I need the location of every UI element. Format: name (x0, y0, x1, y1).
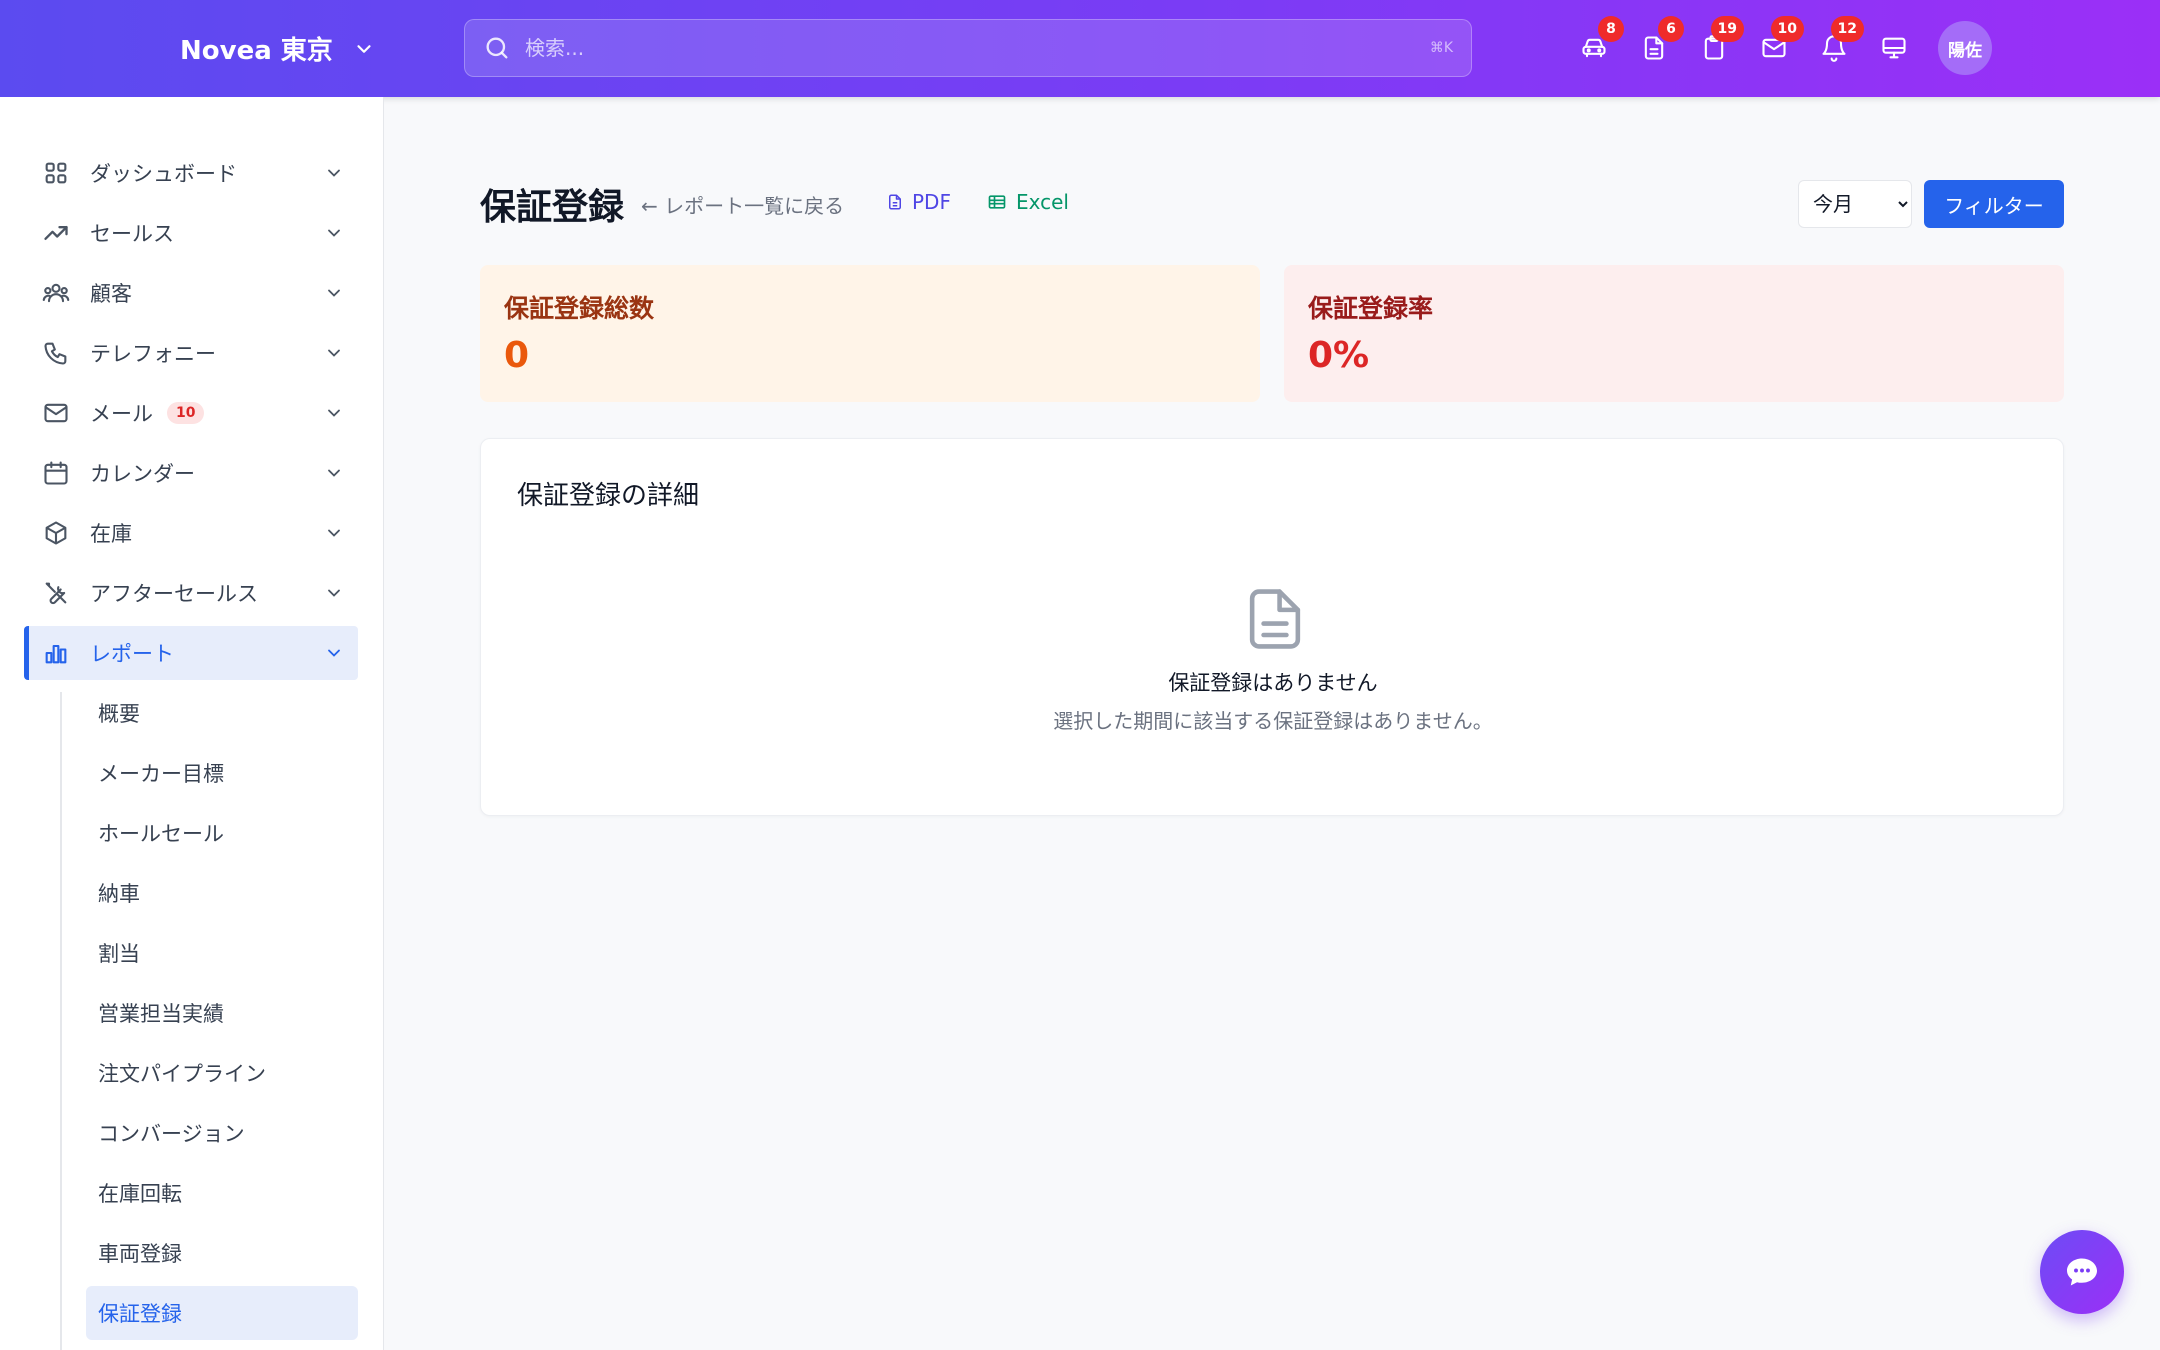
document-icon (1249, 589, 1301, 649)
pdf-label: PDF (912, 190, 951, 214)
subnav-item-wholesale[interactable]: ホールセール (86, 806, 358, 860)
sidebar-item-mail[interactable]: メール 10 (24, 386, 358, 440)
header-icons: 8 6 19 10 12 (1570, 16, 1930, 72)
mail-button[interactable]: 10 (1750, 16, 1804, 72)
monitor-icon (1882, 37, 1906, 59)
reports-subnav-line (60, 692, 62, 1350)
phone-icon (44, 342, 67, 365)
car-button[interactable]: 8 (1570, 16, 1624, 72)
chevron-down-icon (328, 229, 340, 237)
period-select[interactable]: 今月 (1798, 180, 1912, 228)
detail-card: 保証登録の詳細 保証登録はありません 選択した期間に該当する保証登録はありません… (480, 438, 2064, 816)
stat-card-total: 保証登録総数 0 (480, 265, 1260, 402)
search-input[interactable] (525, 36, 1430, 60)
users-icon (42, 283, 70, 303)
display-button[interactable] (1870, 24, 1918, 72)
chevron-down-icon (328, 349, 340, 357)
notifications-badge: 12 (1830, 16, 1864, 42)
notifications-button[interactable]: 12 (1810, 16, 1864, 72)
sidebar-item-label: 顧客 (90, 282, 132, 306)
sidebar-item-dashboard[interactable]: ダッシュボード (24, 146, 358, 200)
subnav-item-sales-rep-performance[interactable]: 営業担当実績 (86, 986, 358, 1040)
chevron-down-icon (328, 169, 340, 177)
chevron-down-icon (328, 469, 340, 477)
subnav-item-deliveries[interactable]: 納車 (86, 866, 358, 920)
user-avatar[interactable]: 陽佐 (1938, 21, 1992, 75)
sidebar-item-label: カレンダー (90, 462, 195, 486)
tools-icon (45, 582, 67, 605)
page-title: 保証登録 (480, 187, 625, 228)
sidebar-item-label: セールス (90, 222, 174, 246)
stat-value: 0% (1308, 335, 1370, 376)
sidebar-item-customers[interactable]: 顧客 (24, 266, 358, 320)
top-bar: Novea 東京 ⌘K 8 6 19 10 12 陽佐 (0, 0, 2160, 97)
stat-card-rate: 保証登録率 0% (1284, 265, 2064, 402)
subnav-item-allocation[interactable]: 割当 (86, 926, 358, 980)
excel-export-link[interactable]: Excel (986, 190, 1069, 214)
stat-value: 0 (504, 335, 530, 376)
chevron-down-icon (357, 44, 371, 53)
chat-button[interactable] (2040, 1230, 2124, 1314)
subnav-item-conversion[interactable]: コンバージョン (86, 1106, 358, 1160)
mail-badge: 10 (1770, 16, 1804, 42)
sidebar-item-reports[interactable]: レポート (24, 626, 358, 680)
empty-state-message: 選択した期間に該当する保証登録はありません。 (1053, 709, 1493, 733)
stat-label: 保証登録率 (1308, 294, 1434, 323)
sidebar-item-label: メール (90, 402, 153, 426)
search-bar[interactable]: ⌘K (464, 19, 1472, 77)
mail-count-badge: 10 (167, 402, 205, 424)
grid-icon (45, 162, 67, 184)
chat-icon (2067, 1258, 2097, 1286)
stat-label: 保証登録総数 (504, 294, 655, 323)
tasks-button[interactable]: 19 (1690, 16, 1744, 72)
sidebar-item-label: 在庫 (90, 522, 132, 546)
sidebar-item-label: レポート (90, 642, 174, 666)
chevron-down-icon (328, 409, 340, 417)
brand-name: Novea 東京 (180, 36, 333, 66)
sidebar-item-calendar[interactable]: カレンダー (24, 446, 358, 500)
subnav-item-maker-targets[interactable]: メーカー目標 (86, 746, 358, 800)
subnav-item-stock-turnover[interactable]: 在庫回転 (86, 1166, 358, 1220)
chevron-down-icon (328, 589, 340, 597)
file-icon (889, 194, 901, 210)
subnav-item-order-pipeline[interactable]: 注文パイプライン (86, 1046, 358, 1100)
sidebar-item-telephony[interactable]: テレフォニー (24, 326, 358, 380)
filter-button[interactable]: フィルター (1924, 180, 2064, 228)
spreadsheet-icon (988, 195, 1006, 209)
bar-chart-icon (45, 644, 67, 664)
tasks-badge: 19 (1710, 16, 1744, 42)
documents-button[interactable]: 6 (1630, 16, 1684, 72)
sidebar-item-inventory[interactable]: 在庫 (24, 506, 358, 560)
sidebar-item-label: テレフォニー (90, 342, 216, 366)
brand-switcher[interactable]: Novea 東京 (180, 0, 375, 97)
empty-state-title: 保証登録はありません (1168, 671, 1378, 695)
trending-up-icon (44, 226, 68, 240)
chevron-down-icon (328, 649, 340, 657)
search-icon (486, 37, 508, 59)
back-to-reports-link[interactable]: ← レポート一覧に戻る (641, 190, 844, 219)
sidebar: ダッシュボード セールス 顧客 テレフォニー メール 10 カレンダー 在庫 ア… (0, 97, 384, 1350)
documents-badge: 6 (1658, 16, 1684, 42)
sidebar-item-label: ダッシュボード (90, 162, 237, 186)
detail-title: 保証登録の詳細 (517, 481, 700, 511)
sidebar-item-sales[interactable]: セールス (24, 206, 358, 260)
car-badge: 8 (1598, 16, 1624, 42)
excel-label: Excel (1016, 190, 1069, 214)
pdf-export-link[interactable]: PDF (886, 190, 951, 214)
subnav-item-vehicle-registration[interactable]: 車両登録 (86, 1226, 358, 1280)
search-shortcut: ⌘K (1429, 40, 1453, 56)
calendar-icon (44, 461, 68, 485)
chevron-down-icon (328, 289, 340, 297)
subnav-item-warranty-registration[interactable]: 保証登録 (86, 1286, 358, 1340)
chevron-down-icon (328, 529, 340, 537)
subnav-item-overview[interactable]: 概要 (86, 686, 358, 740)
sidebar-item-aftersales[interactable]: アフターセールス (24, 566, 358, 620)
box-icon (45, 521, 67, 545)
mail-icon (44, 403, 68, 423)
sidebar-item-label: アフターセールス (90, 582, 258, 606)
